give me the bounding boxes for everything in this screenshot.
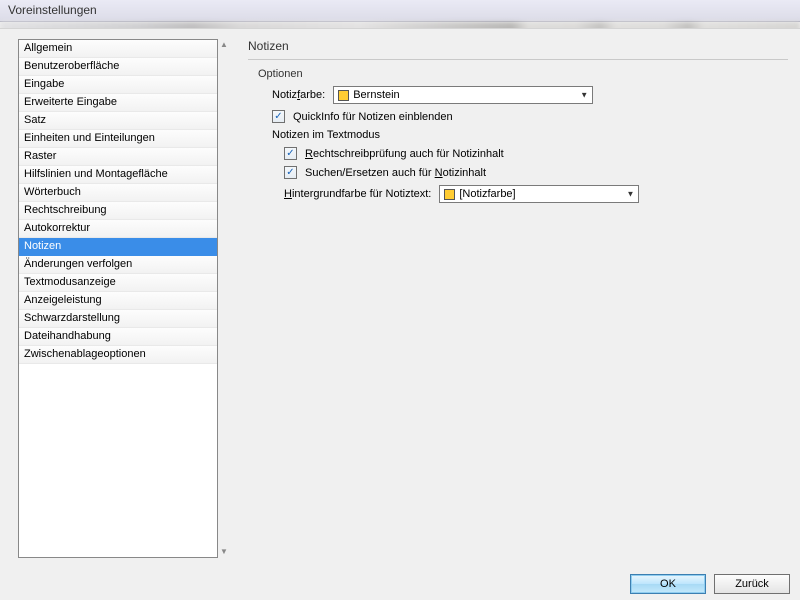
chevron-down-icon: ▼ [580,91,588,100]
bgcolor-dropdown[interactable]: [Notizfarbe] ▼ [439,185,639,203]
sidebar-item-8[interactable]: Wörterbuch [19,184,217,202]
spellcheck-label: Rechtschreibprüfung auch für Notizinhalt [305,148,504,160]
sidebar-item-3[interactable]: Erweiterte Eingabe [19,94,217,112]
sidebar-item-13[interactable]: Textmodusanzeige [19,274,217,292]
category-list[interactable]: AllgemeinBenutzeroberflächeEingabeErweit… [18,39,218,558]
options-section: Optionen Notizfarbe: Bernstein ▼ ✓ Quick… [258,68,788,203]
sidebar-scroll-indicator: ▲ ▼ [218,39,230,558]
note-color-value: Bernstein [353,89,399,101]
back-button[interactable]: Zurück [714,574,790,594]
sidebar-item-9[interactable]: Rechtschreibung [19,202,217,220]
ok-button[interactable]: OK [630,574,706,594]
dialog-buttons: OK Zurück [630,574,790,594]
sidebar-item-16[interactable]: Dateihandhabung [19,328,217,346]
sidebar-item-15[interactable]: Schwarzdarstellung [19,310,217,328]
note-color-label: Notizfarbe: [272,89,325,101]
sidebar-item-4[interactable]: Satz [19,112,217,130]
sidebar-item-14[interactable]: Anzeigeleistung [19,292,217,310]
scroll-down-icon: ▼ [220,548,228,556]
window-titlebar: Voreinstellungen [0,0,800,22]
sidebar-item-12[interactable]: Änderungen verfolgen [19,256,217,274]
sidebar-item-17[interactable]: Zwischenablageoptionen [19,346,217,364]
content-area: Notizen Optionen Notizfarbe: Bernstein ▼… [248,39,788,558]
bgcolor-row: Hintergrundfarbe für Notiztext: [Notizfa… [284,185,788,203]
bgcolor-label: Hintergrundfarbe für Notiztext: [284,188,431,200]
preferences-panel: AllgemeinBenutzeroberflächeEingabeErweit… [0,28,800,568]
quickinfo-label: QuickInfo für Notizen einblenden [293,111,453,123]
note-color-swatch [338,90,349,101]
sidebar-item-2[interactable]: Eingabe [19,76,217,94]
spellcheck-checkbox[interactable]: ✓ [284,147,297,160]
sidebar-item-10[interactable]: Autokorrektur [19,220,217,238]
sidebar-item-5[interactable]: Einheiten und Einteilungen [19,130,217,148]
page-title: Notizen [248,39,788,53]
bgcolor-value: [Notizfarbe] [459,188,515,200]
title-separator [248,59,788,60]
sidebar-wrap: AllgemeinBenutzeroberflächeEingabeErweit… [18,39,230,558]
searchreplace-checkbox[interactable]: ✓ [284,166,297,179]
sidebar-item-0[interactable]: Allgemein [19,40,217,58]
quickinfo-row: ✓ QuickInfo für Notizen einblenden [272,110,788,123]
spellcheck-row: ✓ Rechtschreibprüfung auch für Notizinha… [284,147,788,160]
note-color-dropdown[interactable]: Bernstein ▼ [333,86,593,104]
bgcolor-swatch [444,189,455,200]
sidebar-item-1[interactable]: Benutzeroberfläche [19,58,217,76]
options-label: Optionen [258,68,788,80]
window-title: Voreinstellungen [8,3,97,17]
quickinfo-checkbox[interactable]: ✓ [272,110,285,123]
searchreplace-row: ✓ Suchen/Ersetzen auch für Notizinhalt [284,166,788,179]
note-color-row: Notizfarbe: Bernstein ▼ [272,86,788,104]
sidebar-item-7[interactable]: Hilfslinien und Montagefläche [19,166,217,184]
scroll-up-icon: ▲ [220,41,228,49]
searchreplace-label: Suchen/Ersetzen auch für Notizinhalt [305,167,486,179]
textmode-subsection-label: Notizen im Textmodus [272,129,788,141]
sidebar-item-6[interactable]: Raster [19,148,217,166]
chevron-down-icon: ▼ [626,190,634,199]
sidebar-item-11[interactable]: Notizen [19,238,217,256]
